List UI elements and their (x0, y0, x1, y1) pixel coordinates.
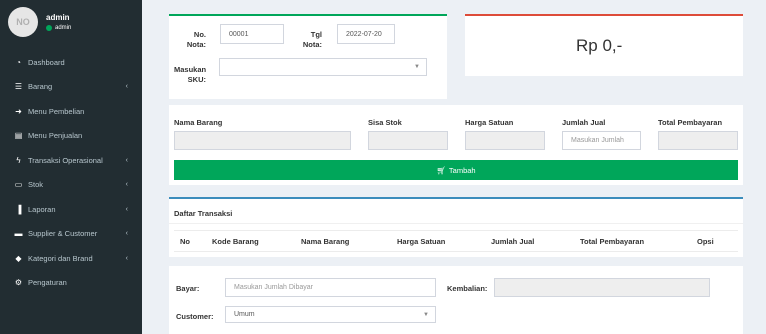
table-header-border (174, 251, 738, 252)
sisa-stok-header: Sisa Stok (368, 118, 402, 127)
customer-label: Customer: (176, 312, 214, 321)
user-status-label: admin (55, 25, 72, 31)
user-info: admin admin (46, 13, 71, 31)
chevron-down-icon: ▼ (414, 64, 420, 70)
chevron-left-icon: ‹ (125, 230, 128, 238)
sidebar-menu: ◔ Dashboard ☰ Barang ‹ ➜ Menu Pembelian ▤ Menu P… (0, 50, 142, 295)
col-header-jumlah-jual: Jumlah Jual (491, 237, 535, 246)
payment-panel: Bayar: Masukan Jumlah Dibayar Kembalian:… (169, 266, 743, 334)
kembalian-label: Kembalian: (447, 284, 488, 293)
chevron-left-icon: ‹ (125, 205, 128, 213)
col-header-total-pembayaran: Total Pembayaran (580, 237, 645, 246)
cart-icon: ▤ (14, 131, 23, 141)
col-header-kode-barang: Kode Barang (212, 237, 259, 246)
avatar[interactable]: NO (8, 7, 38, 37)
bolt-icon: ϟ (16, 155, 21, 165)
sku-label: Masukan SKU: (174, 65, 207, 84)
no-nota-label: No. Nota: (186, 30, 206, 49)
tambah-button[interactable]: 🛒︎ Tambah (174, 160, 738, 180)
user-status: admin (46, 25, 71, 31)
sidebar-item-dashboard[interactable]: ◔ Dashboard (0, 50, 142, 75)
total-pembayaran-field (658, 131, 738, 150)
harga-satuan-field (465, 131, 545, 150)
jumlah-jual-input[interactable]: Masukan Jumlah (562, 131, 641, 150)
bayar-input[interactable]: Masukan Jumlah Dibayar (225, 278, 436, 297)
sidebar-item-label: Dashboard (28, 57, 65, 67)
chevron-left-icon: ‹ (125, 254, 128, 262)
sidebar-item-label: Supplier & Customer (28, 229, 98, 239)
tag-icon: ◆ (15, 253, 22, 263)
nama-barang-header: Nama Barang (174, 118, 223, 127)
col-header-no: No (180, 237, 190, 246)
id-card-icon: ▬ (14, 229, 23, 239)
sidebar-item-label: Menu Penjualan (28, 131, 83, 141)
customer-select[interactable]: Umum ▼ (225, 306, 436, 323)
tgl-nota-label: Tgl Nota: (302, 30, 322, 49)
sidebar-item-stok[interactable]: ▭ Stok ‹ (0, 173, 142, 198)
transaction-list-panel: Daftar Transaksi No Kode Barang Nama Bar… (169, 197, 743, 257)
nota-form-panel: No. Nota: 00001 Tgl Nota: 2022-07-20 Masuk… (169, 14, 447, 99)
no-nota-field[interactable]: 00001 (220, 24, 284, 44)
col-header-harga-satuan: Harga Satuan (397, 237, 446, 246)
sidebar-item-barang[interactable]: ☰ Barang ‹ (0, 75, 142, 100)
sidebar-item-label: Transaksi Operasional (28, 155, 103, 165)
gear-icon: ⚙ (14, 278, 23, 288)
sidebar-item-menu-penjualan[interactable]: ▤ Menu Penjualan (0, 124, 142, 149)
col-header-nama-barang: Nama Barang (301, 237, 350, 246)
sidebar-item-label: Menu Pembelian (28, 106, 85, 116)
sidebar-item-label: Stok (28, 180, 44, 190)
sidebar-item-kategori-dan-brand[interactable]: ◆ Kategori dan Brand ‹ (0, 246, 142, 271)
sidebar-item-label: Kategori dan Brand (28, 253, 93, 263)
user-panel: NO admin admin (0, 0, 142, 44)
sidebar-item-label: Pengaturan (28, 278, 67, 288)
cart-icon: 🛒︎ (436, 165, 446, 175)
table-top-border (174, 230, 738, 231)
main-content: No. Nota: 00001 Tgl Nota: 2022-07-20 Masuk… (142, 0, 766, 334)
user-name: admin (46, 13, 70, 22)
item-entry-panel: Nama Barang Sisa Stok Harga Satuan Jumla… (169, 105, 743, 185)
sidebar-item-label: Barang (28, 82, 53, 92)
sidebar-item-transaksi-operasional[interactable]: ϟ Transaksi Operasional ‹ (0, 148, 142, 173)
col-header-opsi: Opsi (697, 237, 714, 246)
sku-select[interactable]: ▼ (219, 58, 427, 76)
list-icon: ☰ (14, 82, 23, 92)
sidebar-item-pengaturan[interactable]: ⚙ Pengaturan (0, 271, 142, 296)
sisa-stok-field (368, 131, 448, 150)
sidebar: NO admin admin ◔ Dashboard ☰ Barang ‹ ➜ Menu P… (0, 0, 142, 334)
sidebar-item-menu-pembelian[interactable]: ➜ Menu Pembelian (0, 99, 142, 124)
chevron-left-icon: ‹ (125, 83, 128, 91)
jumlah-jual-header: Jumlah Jual (562, 118, 606, 127)
bayar-label: Bayar: (176, 284, 200, 293)
sidebar-item-label: Laporan (28, 204, 56, 214)
bar-chart-icon: ▐ (15, 204, 22, 214)
drive-icon: ▭ (14, 180, 23, 190)
dashboard-icon: ◔ (16, 57, 21, 67)
sign-in-icon: ➜ (15, 106, 22, 116)
chevron-left-icon: ‹ (125, 156, 128, 164)
nama-barang-field (174, 131, 351, 150)
harga-satuan-header: Harga Satuan (465, 118, 514, 127)
total-panel: Rp 0,- (465, 14, 743, 76)
divider (169, 223, 743, 224)
sidebar-item-laporan[interactable]: ▐ Laporan ‹ (0, 197, 142, 222)
chevron-left-icon: ‹ (125, 181, 128, 189)
transaction-list-title: Daftar Transaksi (174, 209, 233, 218)
total-pembayaran-header: Total Pembayaran (658, 118, 723, 127)
tgl-nota-field[interactable]: 2022-07-20 (337, 24, 395, 44)
chevron-down-icon: ▼ (423, 311, 429, 318)
sidebar-item-supplier-customer[interactable]: ▬ Supplier & Customer ‹ (0, 222, 142, 247)
kembalian-field (494, 278, 710, 297)
online-status-icon (46, 25, 52, 31)
tambah-button-label: Tambah (448, 165, 476, 175)
total-amount: Rp 0,- (576, 36, 623, 55)
